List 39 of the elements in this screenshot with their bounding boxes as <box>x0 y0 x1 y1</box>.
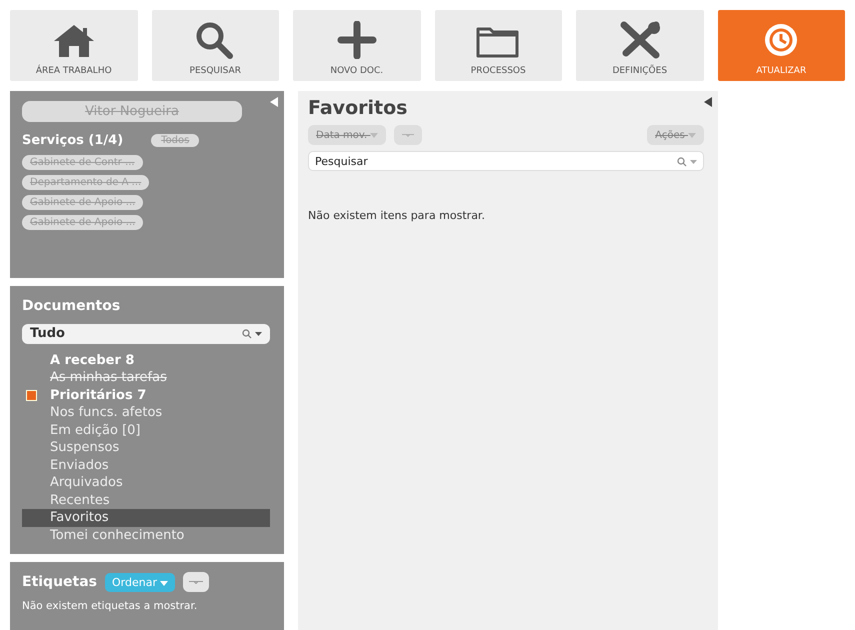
document-folder-item[interactable]: Nos funcs. afetos <box>22 404 270 422</box>
collapse-icon[interactable] <box>704 97 712 107</box>
search-icon <box>242 328 262 339</box>
search-field[interactable]: Pesquisar <box>308 151 704 171</box>
document-folder-item[interactable]: Prioritários 7 <box>22 386 270 404</box>
sort-icon <box>402 133 414 137</box>
services-title: Serviços (1/4) <box>22 133 124 148</box>
sort-direction-button[interactable] <box>394 125 422 145</box>
empty-message: Não existem itens para mostrar. <box>308 209 486 222</box>
sort-button[interactable]: Ordenar <box>105 572 176 592</box>
tags-title: Etiquetas <box>22 574 98 590</box>
document-folder-item[interactable]: Favoritos <box>22 509 270 526</box>
toolbar-button[interactable]: PESQUISAR <box>152 10 279 81</box>
filter-field[interactable]: Tudo <box>22 324 270 344</box>
documents-title: Documentos <box>22 298 120 314</box>
panel-title: Favoritos <box>308 97 408 119</box>
search-icon <box>195 21 236 59</box>
document-folder-item[interactable]: Enviados <box>22 456 270 474</box>
sort-direction-button[interactable] <box>183 572 210 592</box>
plus-icon <box>336 21 377 59</box>
empty-message: Não existem etiquetas a mostrar. <box>22 600 198 612</box>
caret-icon <box>370 132 378 138</box>
document-folder-item[interactable]: Tomei conhecimento <box>22 526 270 544</box>
document-folder-item[interactable]: Suspensos <box>22 439 270 456</box>
document-folder-item[interactable]: Recentes <box>22 492 270 509</box>
document-folder-item[interactable]: A receber 8 <box>22 352 270 369</box>
toolbar-button[interactable]: ÁREA TRABALHO <box>10 10 138 81</box>
document-folder-item[interactable]: Em edição [0] <box>22 422 270 439</box>
document-folder-item[interactable]: Arquivados <box>22 474 270 492</box>
caret-icon <box>160 580 168 586</box>
sort-icon <box>189 580 204 584</box>
search-icon <box>677 157 697 167</box>
toolbar-button[interactable]: PROCESSOS <box>434 10 562 81</box>
tools-icon <box>618 21 662 59</box>
toolbar-button[interactable]: DEFINIÇÕES <box>576 10 704 81</box>
toolbar-button[interactable]: ATUALIZAR <box>718 10 845 81</box>
caret-icon <box>688 132 696 138</box>
home-icon <box>52 23 96 59</box>
toolbar-button[interactable]: NOVO DOC. <box>293 10 420 81</box>
